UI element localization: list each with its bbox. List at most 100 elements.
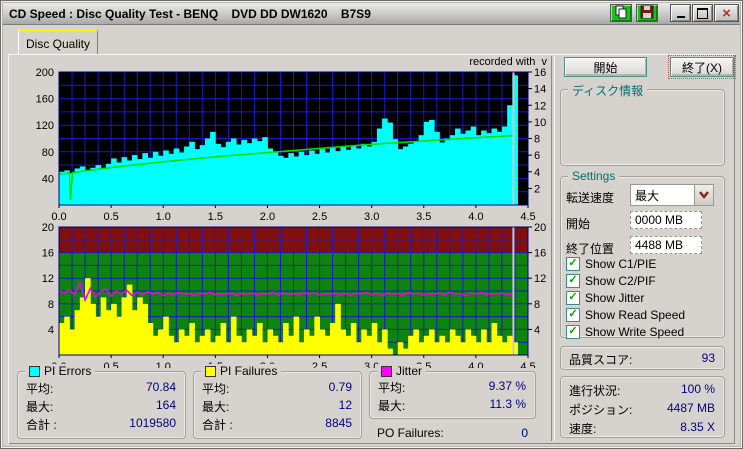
svg-text:1.0: 1.0	[156, 211, 171, 220]
tab-disc-quality[interactable]: Disc Quality	[18, 29, 98, 55]
maximize-button[interactable]	[692, 4, 713, 22]
end-pos-value: 4488 MB	[635, 238, 684, 252]
svg-text:3.5: 3.5	[416, 211, 431, 220]
save-icon	[640, 5, 654, 22]
po-failures-value: 0	[521, 426, 528, 440]
transfer-speed-dropdown[interactable]: 最大	[630, 184, 714, 206]
svg-text:12: 12	[534, 273, 546, 285]
speed-value: 8.35 X	[680, 420, 715, 434]
svg-text:8: 8	[48, 299, 54, 311]
svg-text:16: 16	[534, 248, 546, 260]
quality-score-label: 品質スコア:	[569, 353, 633, 367]
start-pos-value: 0000 MB	[635, 213, 684, 227]
speed-label: 速度:	[569, 422, 597, 436]
svg-text:4: 4	[48, 324, 54, 336]
svg-text:4: 4	[534, 167, 540, 179]
checkbox-show-jitter[interactable]: ✓ Show Jitter	[566, 290, 644, 305]
svg-text:3.0: 3.0	[364, 211, 379, 220]
checkbox-label: Show Write Speed	[585, 324, 685, 339]
svg-text:40: 40	[42, 173, 54, 185]
checkbox-show-c2-pif[interactable]: ✓ Show C2/PIF	[566, 273, 656, 288]
svg-text:4.0: 4.0	[468, 211, 483, 220]
pi-errors-group: PI Errors 平均: 70.84 最大: 164 合計 : 1019580	[17, 364, 186, 439]
checkbox-show-c1-pie[interactable]: ✓ Show C1/PIE	[566, 256, 656, 271]
pi-failures-legend: PI Failures	[201, 364, 282, 378]
transfer-speed-value: 最大	[635, 188, 660, 203]
end-pos-field[interactable]: 4488 MB	[630, 236, 702, 254]
copy-button[interactable]	[610, 4, 632, 22]
jitter-max-value: 11.3 %	[489, 397, 526, 411]
svg-text:2.5: 2.5	[312, 211, 327, 220]
svg-text:4: 4	[534, 324, 540, 336]
progress-value: 100 %	[680, 382, 715, 396]
pi-errors-speed-chart: 200 160 120 80 40 16 14 12 10 8 6 4 2 0.0 0.5 1.0 1.5 2.0…	[36, 67, 547, 223]
svg-text:16: 16	[534, 67, 546, 79]
pi-errors-legend: PI Errors	[25, 364, 96, 378]
position-value: 4487 MB	[666, 401, 715, 415]
start-pos-field[interactable]: 0000 MB	[630, 211, 702, 229]
svg-text:4.0: 4.0	[468, 361, 483, 368]
svg-text:14: 14	[534, 84, 546, 96]
progress-group: 進行状況: 100 % ポジション: 4487 MB 速度: 8.35 X	[560, 376, 725, 438]
svg-text:120: 120	[36, 120, 54, 132]
svg-text:2: 2	[534, 183, 540, 195]
svg-text:0.5: 0.5	[103, 361, 118, 368]
vertical-divider	[551, 56, 555, 441]
svg-text:4.5: 4.5	[520, 211, 535, 220]
pi-failures-max-value: 12	[338, 398, 352, 412]
svg-text:8: 8	[534, 134, 540, 146]
pi-errors-swatch-icon	[29, 365, 40, 377]
checkbox-show-write-speed[interactable]: ✓ Show Write Speed	[566, 324, 684, 339]
exit-button[interactable]: 終了(X)	[668, 55, 736, 79]
transfer-speed-label: 転送速度	[566, 191, 615, 205]
checkbox-checked-icon: ✓	[566, 307, 580, 322]
start-button-label: 開始	[593, 60, 618, 75]
close-button[interactable]: ×	[714, 4, 739, 22]
jitter-avg-value: 9.37 %	[488, 379, 526, 393]
svg-text:160: 160	[36, 94, 54, 106]
settings-title: Settings	[568, 169, 620, 183]
minimize-icon	[676, 16, 685, 18]
save-button[interactable]	[636, 4, 658, 22]
jitter-avg-label: 平均:	[378, 381, 406, 395]
pi-errors-avg-value: 70.84	[145, 380, 176, 394]
pi-failures-jitter-chart: 20161284201612840.00.51.01.52.02.53.03.5…	[42, 222, 547, 373]
disc-info-title: ディスク情報	[568, 82, 648, 99]
svg-text:20: 20	[42, 222, 54, 234]
checkbox-show-read-speed[interactable]: ✓ Show Read Speed	[566, 307, 685, 322]
end-pos-label: 終了位置	[566, 242, 615, 256]
quality-score-value: 93	[701, 351, 715, 365]
pi-failures-max-label: 最大:	[202, 400, 230, 414]
chevron-down-icon	[699, 191, 709, 199]
pi-errors-max-value: 164	[155, 398, 176, 412]
svg-text:6: 6	[534, 150, 540, 162]
maximize-icon	[697, 7, 708, 19]
svg-text:200: 200	[36, 67, 54, 79]
dropdown-button[interactable]	[694, 185, 713, 205]
disc-info-group: ディスク情報 タイプ: DVD-R ID: TYG02 日付: 20 Octob…	[560, 82, 725, 166]
checkbox-label: Show C1/PIE	[585, 256, 657, 271]
jitter-group: Jitter 平均: 9.37 % 最大: 11.3 %	[369, 364, 536, 419]
checkbox-checked-icon: ✓	[566, 273, 580, 288]
checkbox-label: Show Read Speed	[585, 307, 686, 322]
minimize-button[interactable]	[670, 4, 691, 22]
jitter-swatch-icon	[381, 365, 392, 377]
jitter-max-label: 最大:	[378, 399, 406, 413]
svg-text:8: 8	[534, 299, 540, 311]
svg-text:1.5: 1.5	[208, 211, 223, 220]
checkbox-checked-icon: ✓	[566, 256, 580, 271]
pi-failures-swatch-icon	[205, 365, 216, 377]
svg-text:12: 12	[42, 273, 54, 285]
svg-text:0.0: 0.0	[51, 211, 66, 220]
pi-errors-avg-label: 平均:	[26, 382, 54, 396]
svg-text:12: 12	[534, 100, 546, 112]
svg-text:4.5: 4.5	[520, 361, 535, 368]
start-button[interactable]: 開始	[564, 57, 647, 77]
app-window: CD Speed : Disc Quality Test - BENQ DVD …	[0, 0, 743, 449]
copy-icon	[614, 5, 628, 22]
svg-text:0.5: 0.5	[103, 211, 118, 220]
tab-label: Disc Quality	[25, 36, 90, 51]
svg-text:16: 16	[42, 248, 54, 260]
pi-failures-title: PI Failures	[220, 364, 278, 378]
svg-text:2.0: 2.0	[260, 211, 275, 220]
